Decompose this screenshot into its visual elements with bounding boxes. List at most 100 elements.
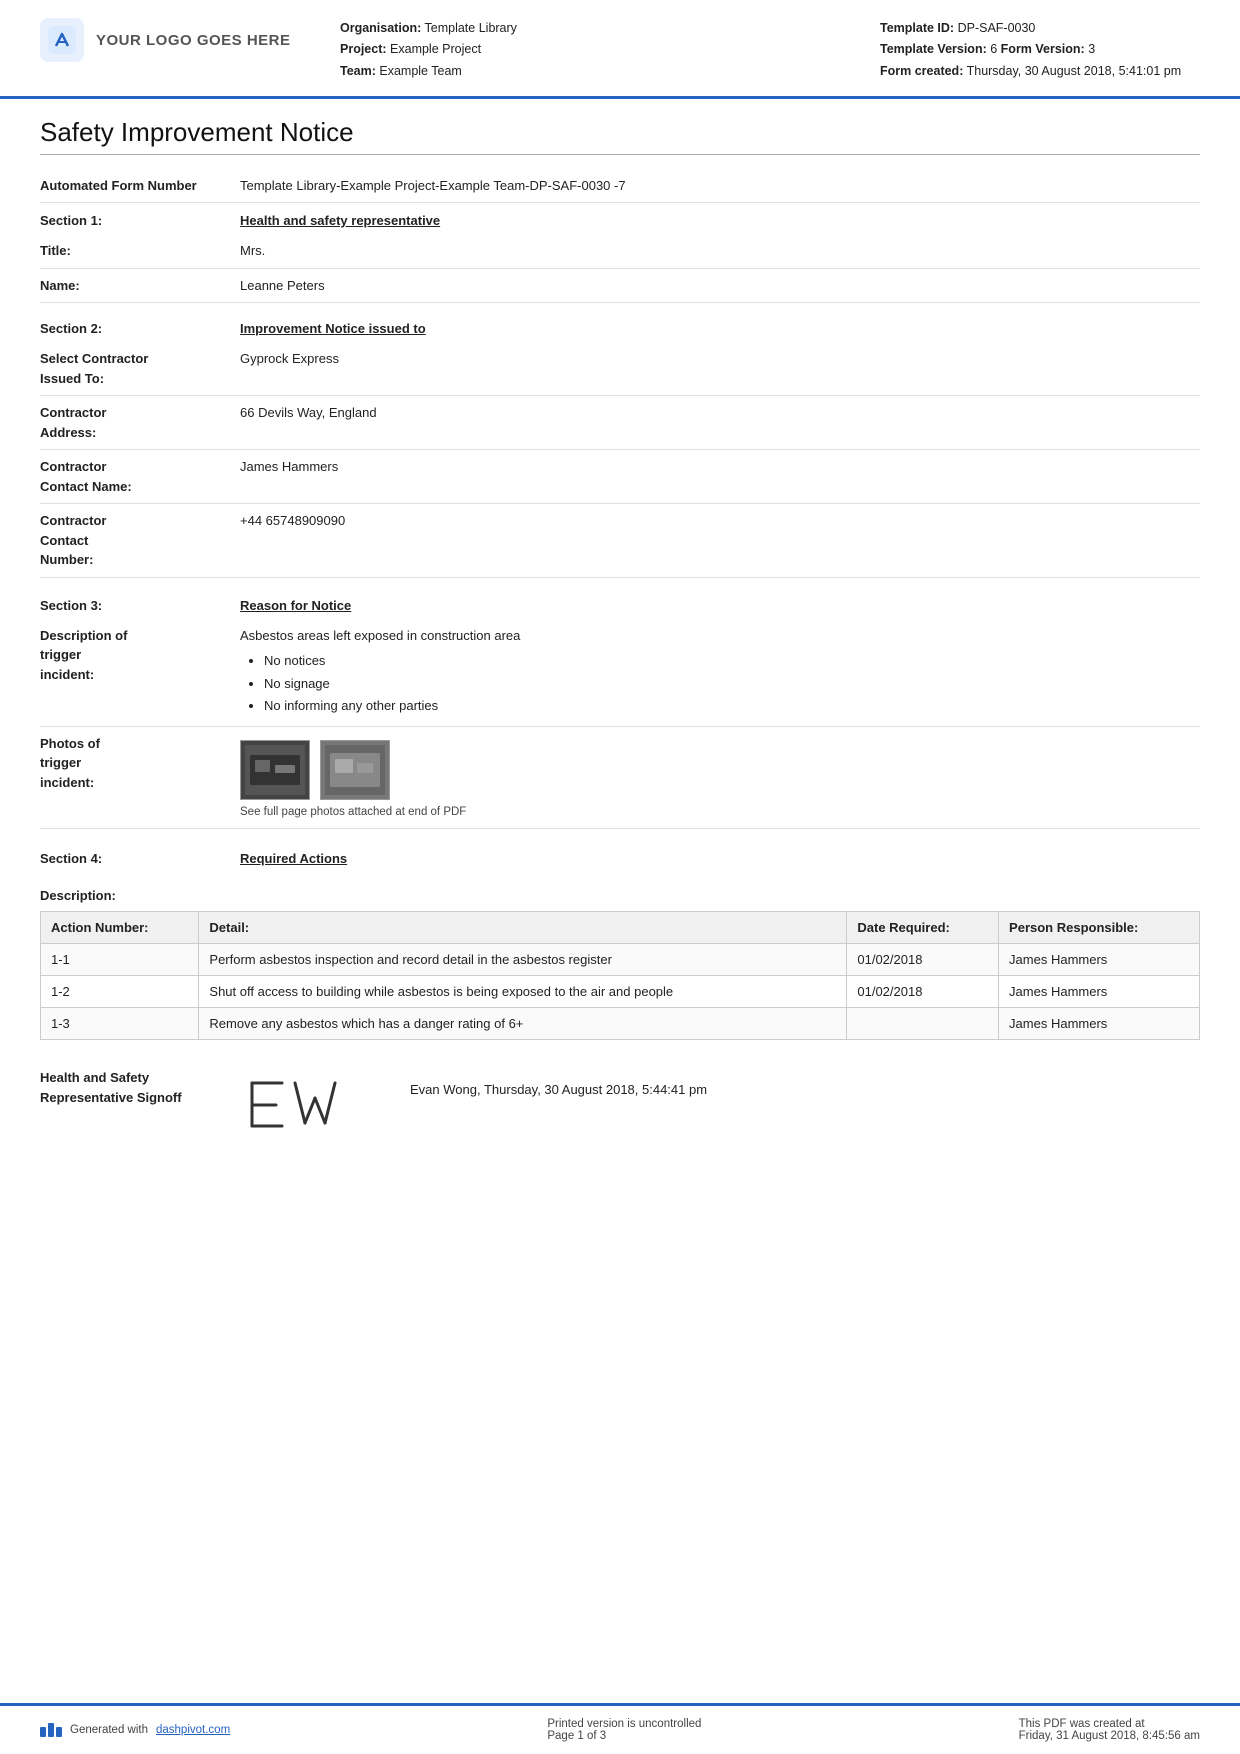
title-label: Title: [40, 241, 240, 261]
footer-pdf-created-value: Friday, 31 August 2018, 8:45:56 am [1019, 1730, 1200, 1742]
row2-action-number: 1-2 [41, 976, 199, 1008]
project-label: Project: [340, 42, 387, 56]
header-meta-right: Template ID: DP-SAF-0030 Template Versio… [880, 18, 1200, 82]
template-id-value: DP-SAF-0030 [958, 21, 1036, 35]
name-label: Name: [40, 276, 240, 296]
footer-page: Page 1 of 3 [547, 1730, 701, 1742]
contractor-row: Select ContractorIssued To: Gyprock Expr… [40, 342, 1200, 396]
automated-form-number-row: Automated Form Number Template Library-E… [40, 169, 1200, 204]
col-detail: Detail: [199, 912, 847, 944]
name-row: Name: Leanne Peters [40, 269, 1200, 304]
trigger-main-text: Asbestos areas left exposed in construct… [240, 628, 520, 643]
trigger-bullet-3: No informing any other parties [264, 696, 1200, 716]
title-value: Mrs. [240, 241, 1200, 261]
form-version-label: Form Version: [1001, 42, 1085, 56]
signoff-label: Health and Safety Representative Signoff [40, 1068, 240, 1107]
col-action-number: Action Number: [41, 912, 199, 944]
signoff-info: Evan Wong, Thursday, 30 August 2018, 5:4… [410, 1068, 707, 1097]
table-header-row: Action Number: Detail: Date Required: Pe… [41, 912, 1200, 944]
template-version-value: 6 [990, 42, 997, 56]
footer-center: Printed version is uncontrolled Page 1 o… [547, 1718, 701, 1742]
project-value: Example Project [390, 42, 481, 56]
contractor-contact-number-label: ContractorContactNumber: [40, 511, 240, 570]
trigger-bullet-2: No signage [264, 674, 1200, 694]
section4-number: Section 4: [40, 851, 240, 866]
contractor-contact-number-row: ContractorContactNumber: +44 65748909090 [40, 504, 1200, 578]
col-person: Person Responsible: [999, 912, 1200, 944]
photo-2 [320, 740, 390, 800]
contractor-value: Gyprock Express [240, 349, 1200, 369]
section2-header: Section 2: Improvement Notice issued to [40, 311, 1200, 342]
trigger-incident-value: Asbestos areas left exposed in construct… [240, 626, 1200, 719]
contractor-contact-name-value: James Hammers [240, 457, 1200, 477]
col-date-required: Date Required: [847, 912, 999, 944]
section4-title: Required Actions [240, 851, 347, 866]
photos-value: See full page photos attached at end of … [240, 734, 1200, 821]
photos-label: Photos oftriggerincident: [40, 734, 240, 793]
footer-right: This PDF was created at Friday, 31 Augus… [1019, 1718, 1200, 1742]
name-value: Leanne Peters [240, 276, 1200, 296]
main-content: Safety Improvement Notice Automated Form… [0, 99, 1240, 1703]
doc-title: Safety Improvement Notice [40, 117, 1200, 155]
team-value: Example Team [379, 64, 461, 78]
row1-action-number: 1-1 [41, 944, 199, 976]
form-version-value: 3 [1088, 42, 1095, 56]
table-desc-label: Description: [40, 888, 1200, 903]
form-created-value: Thursday, 30 August 2018, 5:41:01 pm [967, 64, 1182, 78]
contractor-label: Select ContractorIssued To: [40, 349, 240, 388]
row3-action-number: 1-3 [41, 1008, 199, 1040]
contractor-address-row: ContractorAddress: 66 Devils Way, Englan… [40, 396, 1200, 450]
table-row: 1-1 Perform asbestos inspection and reco… [41, 944, 1200, 976]
section3-title: Reason for Notice [240, 598, 351, 613]
footer-left: Generated with dashpivot.com [40, 1723, 230, 1737]
logo-area: YOUR LOGO GOES HERE [40, 18, 300, 62]
row2-detail: Shut off access to building while asbest… [199, 976, 847, 1008]
photo-caption: See full page photos attached at end of … [240, 804, 1200, 821]
section1-number: Section 1: [40, 213, 240, 228]
automated-form-number-value: Template Library-Example Project-Example… [240, 176, 1200, 196]
signoff-signature [240, 1068, 380, 1148]
contractor-address-value: 66 Devils Way, England [240, 403, 1200, 423]
contractor-contact-number-value: +44 65748909090 [240, 511, 1200, 531]
header-meta-center: Organisation: Template Library Project: … [300, 18, 880, 82]
section4-header: Section 4: Required Actions [40, 841, 1200, 872]
trigger-incident-label: Description oftriggerincident: [40, 626, 240, 685]
row1-person: James Hammers [999, 944, 1200, 976]
bar3 [56, 1727, 62, 1737]
title-row: Title: Mrs. [40, 234, 1200, 269]
section3-number: Section 3: [40, 598, 240, 613]
logo-icon [40, 18, 84, 62]
row2-date: 01/02/2018 [847, 976, 999, 1008]
actions-table-section: Description: Action Number: Detail: Date… [40, 888, 1200, 1040]
section2-number: Section 2: [40, 321, 240, 336]
bar2 [48, 1723, 54, 1737]
row1-detail: Perform asbestos inspection and record d… [199, 944, 847, 976]
signoff-row: Health and Safety Representative Signoff… [40, 1058, 1200, 1148]
footer-link[interactable]: dashpivot.com [156, 1724, 230, 1736]
footer-uncontrolled: Printed version is uncontrolled [547, 1718, 701, 1730]
photo-1 [240, 740, 310, 800]
photos-row: Photos oftriggerincident: [40, 727, 1200, 829]
row3-detail: Remove any asbestos which has a danger r… [199, 1008, 847, 1040]
row1-date: 01/02/2018 [847, 944, 999, 976]
template-id-label: Template ID: [880, 21, 954, 35]
actions-table: Action Number: Detail: Date Required: Pe… [40, 911, 1200, 1040]
template-version-label: Template Version: [880, 42, 987, 56]
team-label: Team: [340, 64, 376, 78]
trigger-bullet-1: No notices [264, 651, 1200, 671]
row3-date [847, 1008, 999, 1040]
signoff-signer: Evan Wong [410, 1082, 477, 1097]
section1-header: Section 1: Health and safety representat… [40, 203, 1200, 234]
contractor-contact-name-label: ContractorContact Name: [40, 457, 240, 496]
trigger-bullets-list: No notices No signage No informing any o… [264, 651, 1200, 716]
bar1 [40, 1727, 46, 1737]
section1-title: Health and safety representative [240, 213, 440, 228]
table-body: 1-1 Perform asbestos inspection and reco… [41, 944, 1200, 1040]
contractor-contact-name-row: ContractorContact Name: James Hammers [40, 450, 1200, 504]
photos-container [240, 740, 1200, 800]
footer-generated-text: Generated with [70, 1724, 148, 1736]
dashpivot-logo [40, 1723, 62, 1737]
page-footer: Generated with dashpivot.com Printed ver… [0, 1703, 1240, 1754]
form-created-label: Form created: [880, 64, 963, 78]
row3-person: James Hammers [999, 1008, 1200, 1040]
